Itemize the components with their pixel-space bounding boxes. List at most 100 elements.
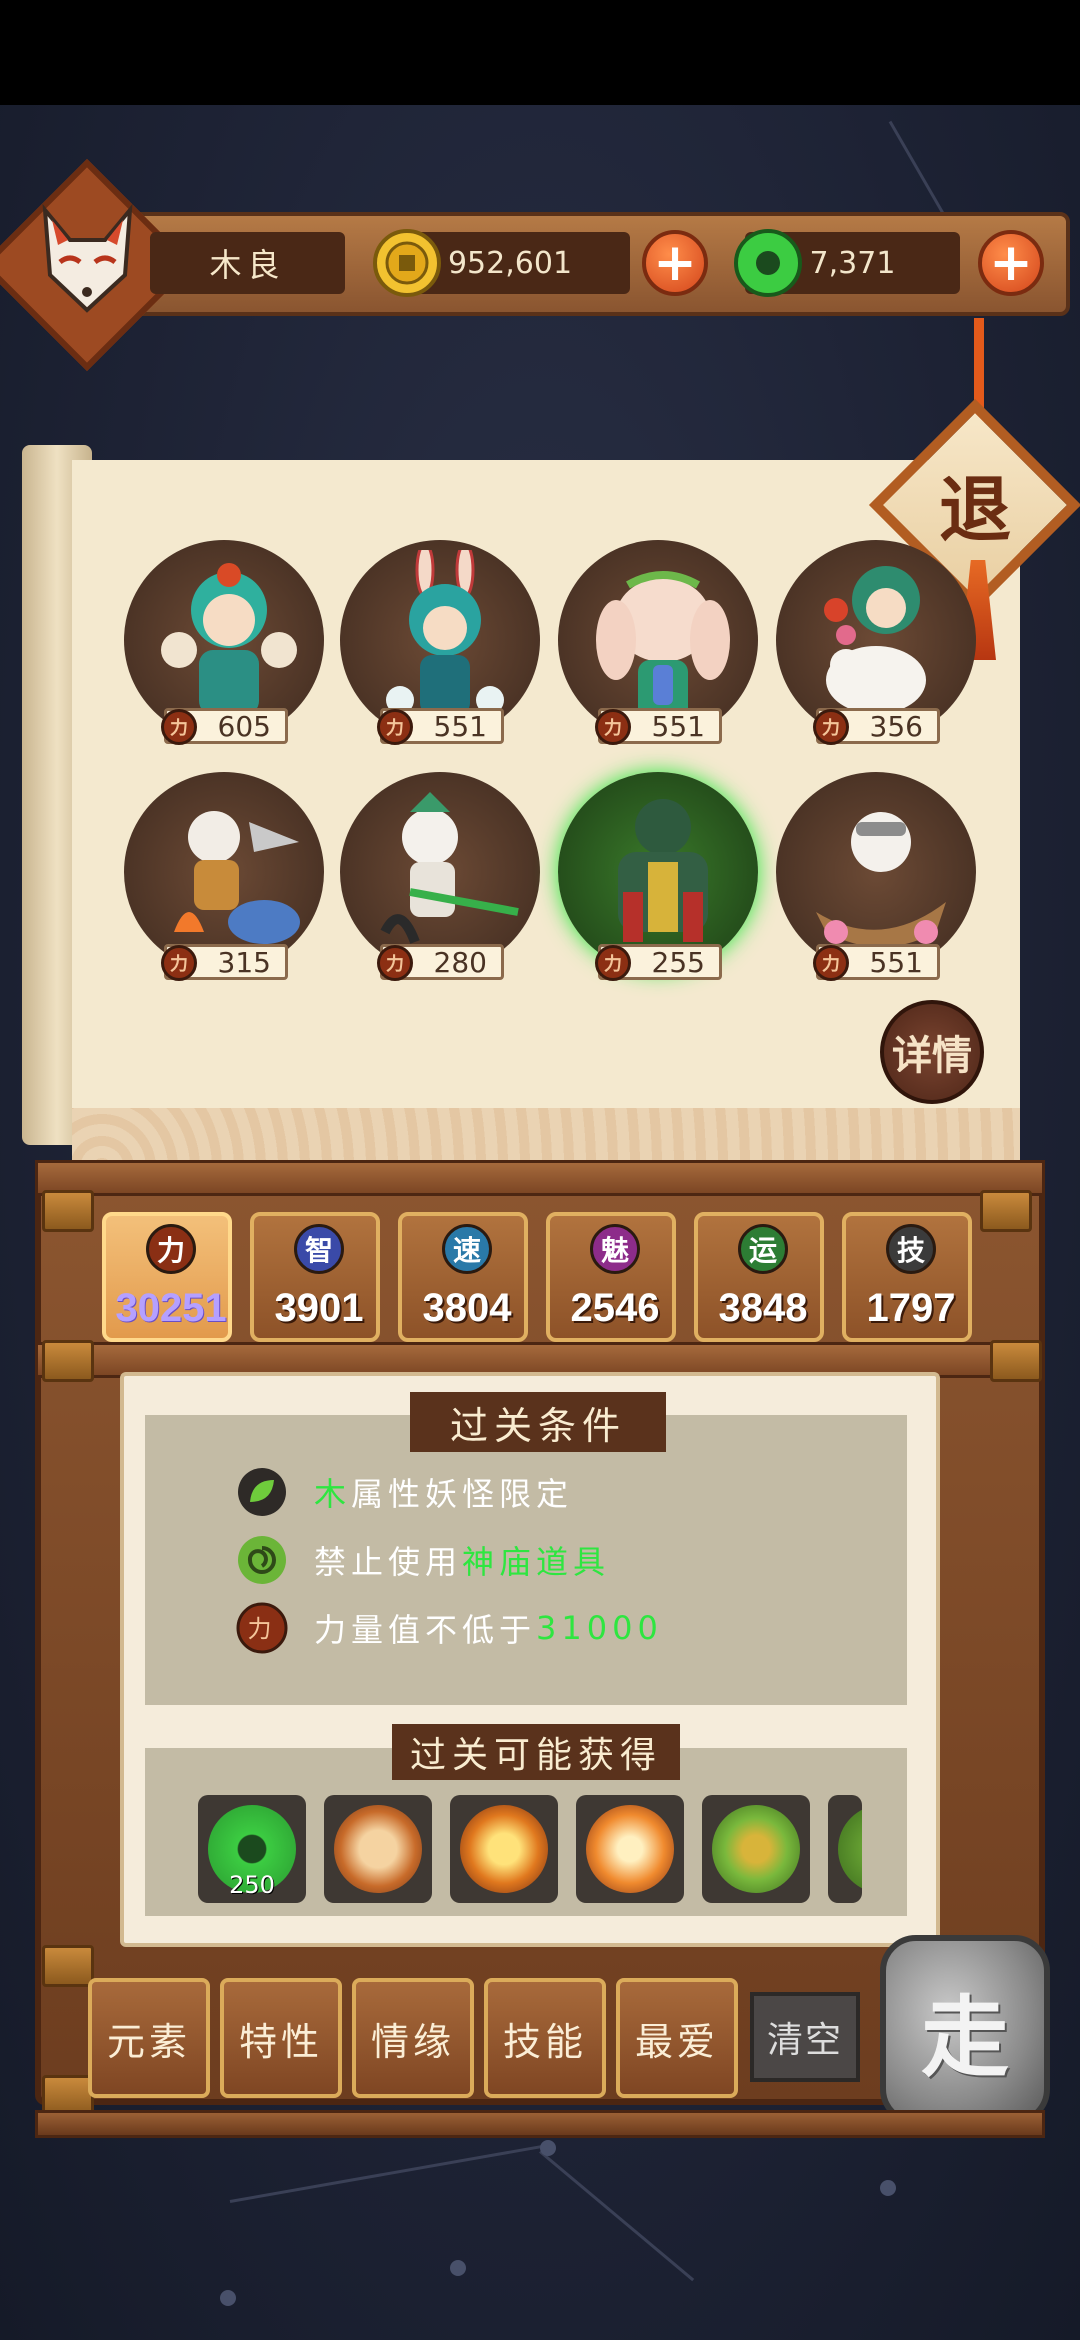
rewards-title: 过关可能获得 xyxy=(392,1724,680,1780)
power-icon: 力 xyxy=(377,709,413,745)
monster-power: 315 xyxy=(217,945,271,979)
constellation-star xyxy=(450,2260,466,2276)
brass-corner xyxy=(42,1340,94,1382)
intellect-stat-icon: 智 xyxy=(294,1224,344,1274)
wood-beam-top xyxy=(35,1160,1045,1196)
filter-skill-button[interactable]: 技能 xyxy=(484,1978,606,2098)
filter-favorite-button[interactable]: 最爱 xyxy=(616,1978,738,2098)
monster-portrait-icon xyxy=(380,792,519,944)
flame-orb-icon xyxy=(460,1805,548,1893)
monster-portrait-icon xyxy=(596,571,730,720)
constellation-line xyxy=(539,2150,695,2282)
power-tag: 力 280 xyxy=(377,944,504,981)
power-tag: 力 551 xyxy=(595,708,722,745)
swirl-orb-icon xyxy=(334,1805,422,1893)
power-icon: 力 xyxy=(595,945,631,981)
condition-highlight: 31000 xyxy=(536,1609,663,1647)
monster-power: 356 xyxy=(869,709,923,743)
fox-mask-avatar-icon[interactable] xyxy=(30,200,145,320)
filter-element-button[interactable]: 元素 xyxy=(88,1978,210,2098)
svg-text:力: 力 xyxy=(248,1615,277,1643)
game-screen: 木良 952,601 + 7,371 + 退 力 605 力 551 力 551… xyxy=(0,0,1080,2340)
stat-value: 2546 xyxy=(570,1286,660,1330)
monster-portrait-icon xyxy=(816,812,946,947)
stat-value: 3848 xyxy=(718,1286,808,1330)
spiral-icon xyxy=(238,1536,286,1584)
monster-portrait-icon xyxy=(824,566,926,714)
skill-stat-icon: 技 xyxy=(886,1224,936,1274)
wood-beam-bottom xyxy=(35,2110,1045,2138)
monster-power: 551 xyxy=(651,709,705,743)
reward-item[interactable] xyxy=(576,1795,684,1903)
parchment-wave-border xyxy=(72,1108,1020,1166)
crystal-orb-icon xyxy=(586,1805,674,1893)
stat-value: 3901 xyxy=(274,1286,364,1330)
clover-orb-icon xyxy=(712,1805,800,1893)
monster-slot[interactable] xyxy=(558,772,758,972)
stat-value: 3804 xyxy=(422,1286,512,1330)
stat-value: 30251 xyxy=(115,1286,227,1330)
condition-row-element: 木 属性妖怪限定 xyxy=(236,1464,573,1520)
monster-power: 551 xyxy=(869,945,923,979)
condition-row-power: 力 力量值不低于 31000 xyxy=(236,1600,663,1656)
condition-highlight: 木 xyxy=(314,1475,352,1513)
monster-slot[interactable] xyxy=(776,772,976,972)
leaf-icon xyxy=(238,1468,286,1516)
gold-coin-icon xyxy=(373,229,441,297)
monster-power: 280 xyxy=(433,945,487,979)
constellation-star xyxy=(880,2180,896,2196)
reward-item[interactable] xyxy=(702,1795,810,1903)
reward-count: 250 xyxy=(229,1871,275,1899)
go-button[interactable]: 走 xyxy=(880,1935,1050,2125)
stat-tab-skill[interactable]: 技 1797 xyxy=(842,1212,972,1342)
add-jade-button[interactable]: + xyxy=(978,230,1044,296)
power-icon: 力 xyxy=(161,709,197,745)
monster-portrait-icon xyxy=(618,799,708,942)
monster-portrait-icon xyxy=(174,811,300,944)
charm-stat-icon: 魅 xyxy=(590,1224,640,1274)
stat-tab-charm[interactable]: 魅 2546 xyxy=(546,1212,676,1342)
brass-corner xyxy=(42,1945,94,1987)
reward-item[interactable] xyxy=(324,1795,432,1903)
condition-highlight: 神庙道具 xyxy=(462,1543,611,1581)
clover-orb-icon xyxy=(838,1805,862,1893)
power-tag: 力 605 xyxy=(161,708,288,745)
monster-power: 605 xyxy=(217,709,271,743)
power-icon: 力 xyxy=(595,709,631,745)
condition-text: 属性妖怪限定 xyxy=(351,1475,574,1513)
monster-slot[interactable] xyxy=(124,772,324,972)
monster-slot[interactable] xyxy=(340,772,540,972)
brass-corner xyxy=(990,1340,1042,1382)
power-stat-icon: 力 xyxy=(146,1224,196,1274)
player-name: 木良 xyxy=(150,232,345,294)
luck-stat-icon: 运 xyxy=(738,1224,788,1274)
monster-portrait-icon xyxy=(161,563,297,715)
condition-text: 力量值不低于 xyxy=(314,1611,537,1649)
constellation-star xyxy=(220,2290,236,2306)
filter-trait-button[interactable]: 特性 xyxy=(220,1978,342,2098)
reward-item[interactable] xyxy=(450,1795,558,1903)
clear-button[interactable]: 清空 xyxy=(750,1992,860,2082)
brass-corner xyxy=(42,1190,94,1232)
filter-bond-button[interactable]: 情缘 xyxy=(352,1978,474,2098)
reward-item[interactable]: 250 xyxy=(198,1795,306,1903)
stat-value: 1797 xyxy=(866,1286,956,1330)
reward-item[interactable] xyxy=(828,1795,862,1903)
stat-tab-power[interactable]: 力 30251 xyxy=(102,1212,232,1342)
monster-power: 551 xyxy=(433,709,487,743)
conditions-title: 过关条件 xyxy=(410,1392,666,1452)
condition-text: 禁止使用 xyxy=(314,1543,463,1581)
power-icon: 力 xyxy=(813,709,849,745)
stat-tab-luck[interactable]: 运 3848 xyxy=(694,1212,824,1342)
power-tag: 力 356 xyxy=(813,708,940,745)
constellation-line xyxy=(229,2144,546,2203)
power-tag: 力 255 xyxy=(595,944,722,981)
power-icon: 力 xyxy=(161,945,197,981)
stat-tab-intellect[interactable]: 智 3901 xyxy=(250,1212,380,1342)
stat-tab-speed[interactable]: 速 3804 xyxy=(398,1212,528,1342)
constellation-star xyxy=(540,2140,556,2156)
jade-coin-icon xyxy=(734,229,802,297)
condition-row-ban: 禁止使用 神庙道具 xyxy=(236,1532,610,1588)
add-coins-button[interactable]: + xyxy=(642,230,708,296)
details-button[interactable]: 详情 xyxy=(880,1000,984,1104)
